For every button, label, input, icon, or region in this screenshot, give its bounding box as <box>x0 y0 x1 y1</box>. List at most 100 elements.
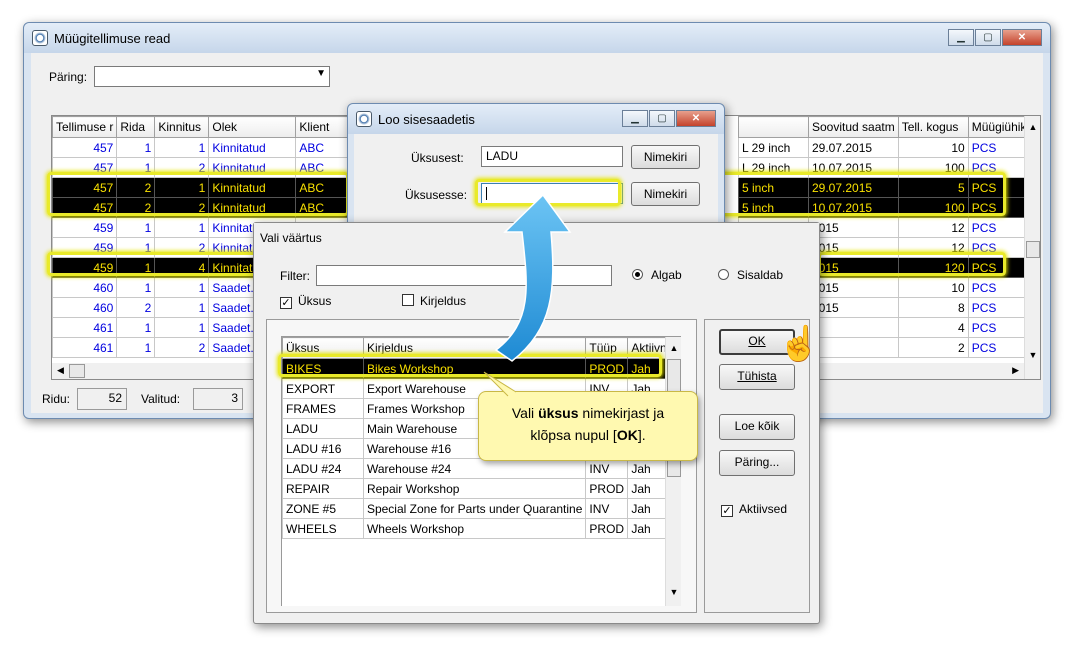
dialog-titlebar[interactable]: Loo sisesaadetis ▁ ▢ ✕ <box>348 104 724 134</box>
line-cell: 1 <box>116 337 156 358</box>
scroll-right-icon[interactable]: ▶ <box>1012 365 1019 376</box>
qty-cell: 8 <box>897 297 969 318</box>
to-list-button[interactable]: Nimekiri <box>631 182 700 206</box>
scroll-up-icon[interactable]: ▲ <box>1025 122 1040 132</box>
cancel-button[interactable]: Tühista <box>719 364 795 390</box>
close-icon[interactable]: ✕ <box>676 110 716 127</box>
row-highlight-box <box>47 172 349 216</box>
scroll-down-icon[interactable]: ▼ <box>1025 350 1040 360</box>
column-header[interactable]: Tellimuse r <box>52 116 118 138</box>
from-list-button[interactable]: Nimekiri <box>631 145 700 169</box>
conf-cell: 1 <box>154 217 210 238</box>
check-unit[interactable]: ✓ Üksus <box>280 294 331 309</box>
picker-type-cell: INV <box>585 498 629 519</box>
qty-cell: 4 <box>897 317 969 338</box>
from-field[interactable]: LADU <box>481 146 623 167</box>
list-item[interactable]: REPAIR Repair Workshop PROD Jah <box>282 478 681 499</box>
create-shipment-dialog: Loo sisesaadetis ▁ ▢ ✕ Üksusest: LADU Ni… <box>347 103 725 233</box>
order-cell: 460 <box>52 277 118 298</box>
picker-unit-cell: REPAIR <box>282 478 364 499</box>
grid-vertical-scrollbar[interactable]: ▲ ▼ <box>1024 116 1040 379</box>
column-header[interactable]: Kinnitus <box>154 116 210 138</box>
scroll-left-icon[interactable]: ◀ <box>57 365 64 376</box>
scroll-down-icon[interactable]: ▼ <box>666 587 681 597</box>
qty-cell: 2 <box>897 337 969 358</box>
maximize-icon[interactable]: ▢ <box>649 110 675 127</box>
to-field-highlight <box>475 179 621 206</box>
row-highlight-box <box>718 172 1006 216</box>
selected-count: 3 <box>193 388 243 410</box>
column-header[interactable]: Rida <box>116 116 156 138</box>
list-item[interactable]: WHEELS Wheels Workshop PROD Jah <box>282 518 681 539</box>
qty-cell: 10 <box>897 137 969 158</box>
checkbox-checked-icon: ✓ <box>280 297 292 309</box>
selected-label: Valitud: <box>141 392 181 406</box>
order-cell: 457 <box>52 137 118 158</box>
date-cell: 2015 <box>808 217 899 238</box>
picker-type-cell: INV <box>585 458 629 479</box>
radio-starts[interactable]: Algab <box>632 268 682 282</box>
dialog-title: Loo sisesaadetis <box>378 111 475 127</box>
maximize-icon[interactable]: ▢ <box>975 29 1001 46</box>
picker-titlebar[interactable]: Vali väärtus <box>254 223 819 251</box>
window-controls: ▁ ▢ ✕ <box>948 29 1042 46</box>
row-highlight-box <box>818 252 1006 276</box>
picker-title: Vali väärtus <box>260 231 322 245</box>
table-row[interactable]: L 29 inch 29.07.2015 10 PCS <box>738 137 1039 158</box>
list-item[interactable]: ZONE #5 Special Zone for Parts under Quar… <box>282 498 681 519</box>
rows-count: 52 <box>77 388 127 410</box>
column-header[interactable]: Olek <box>208 116 297 138</box>
conf-cell: 1 <box>154 277 210 298</box>
radio-contains[interactable]: Sisaldab <box>718 268 783 282</box>
column-header[interactable]: Soovitud saatm <box>808 116 899 138</box>
order-cell: 460 <box>52 297 118 318</box>
conf-cell: 1 <box>154 137 210 158</box>
order-cell: 461 <box>52 317 118 338</box>
line-cell: 1 <box>116 217 156 238</box>
status-cell: Kinnitatud <box>208 137 297 158</box>
picker-unit-cell: ZONE #5 <box>282 498 364 519</box>
picker-vertical-scrollbar[interactable]: ▲ ▼ <box>665 337 681 606</box>
picker-unit-cell: WHEELS <box>282 518 364 539</box>
filter-label: Filter: <box>280 269 310 283</box>
active-checkbox[interactable]: ✓ Aktiivsed <box>721 502 787 517</box>
picker-button-panel: OK Tühista Loe kõik Päring... ✓ Aktiivsed <box>704 319 810 613</box>
list-item[interactable]: LADU #24 Warehouse #24 INV Jah <box>282 458 681 479</box>
load-all-button[interactable]: Loe kõik <box>719 414 795 440</box>
picker-desc-cell: Special Zone for Parts under Quarantine <box>362 498 587 519</box>
radio-selected-icon <box>632 269 643 280</box>
filter-input[interactable] <box>316 265 612 286</box>
minimize-icon[interactable]: ▁ <box>948 29 974 46</box>
table-row[interactable]: 457 1 1 Kinnitatud ABC <box>52 137 357 158</box>
picker-desc-cell: Warehouse #24 <box>362 458 587 479</box>
callout-pointer <box>483 371 517 397</box>
line-cell: 1 <box>116 317 156 338</box>
column-header[interactable] <box>738 116 809 138</box>
hscroll-thumb[interactable] <box>69 364 85 378</box>
query-select[interactable]: ▼ <box>94 66 330 87</box>
item-cell: L 29 inch <box>738 137 809 158</box>
main-titlebar[interactable]: Müügitellimuse read ▁ ▢ ✕ <box>24 23 1050 53</box>
picker-type-cell: PROD <box>585 478 629 499</box>
app-icon <box>356 111 372 127</box>
line-cell: 2 <box>116 297 156 318</box>
close-icon[interactable]: ✕ <box>1002 29 1042 46</box>
conf-cell: 1 <box>154 317 210 338</box>
qty-cell: 12 <box>897 217 969 238</box>
query-button[interactable]: Päring... <box>719 450 795 476</box>
scroll-thumb[interactable] <box>1026 241 1040 258</box>
order-cell: 459 <box>52 217 118 238</box>
row-highlight-box <box>47 252 259 276</box>
rows-label: Ridu: <box>42 392 71 406</box>
column-header[interactable]: Tell. kogus <box>897 116 969 138</box>
to-label: Üksusesse: <box>405 188 468 202</box>
minimize-icon[interactable]: ▁ <box>622 110 648 127</box>
date-cell <box>808 317 899 338</box>
check-desc[interactable]: Kirjeldus <box>402 294 466 308</box>
picker-desc-cell: Repair Workshop <box>362 478 587 499</box>
picker-unit-cell: LADU #16 <box>282 438 364 459</box>
dialog-window-controls: ▁ ▢ ✕ <box>622 110 716 127</box>
conf-cell: 1 <box>154 297 210 318</box>
date-cell: 2015 <box>808 297 899 318</box>
scroll-up-icon[interactable]: ▲ <box>666 343 681 353</box>
